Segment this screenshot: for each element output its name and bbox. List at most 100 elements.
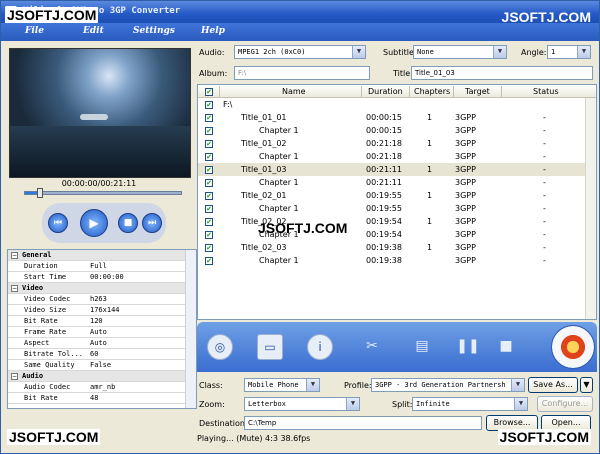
chevron-down-icon: ▼ (514, 398, 527, 410)
checkbox[interactable]: ✔ (205, 114, 213, 122)
cell-name: Title_02_03 (241, 243, 287, 252)
checkbox[interactable]: ✔ (205, 166, 213, 174)
open-folder-icon[interactable]: ▭ (257, 334, 283, 360)
property-group[interactable]: − General (8, 250, 186, 261)
audio-select[interactable]: MPEG1 2ch (0xC0) ▼ (234, 45, 366, 59)
merge-icon[interactable]: ▤ (409, 334, 435, 360)
menu-edit[interactable]: Edit (83, 26, 104, 36)
chevron-down-icon: ▼ (577, 46, 590, 58)
start-conversion-icon[interactable] (551, 325, 595, 369)
property-row[interactable]: Audio Codec amr_nb (8, 382, 186, 393)
property-row[interactable]: Bit Rate 120 (8, 316, 186, 327)
header-chapters[interactable]: Chapters (414, 87, 450, 96)
property-row[interactable]: Start Time 00:00:00 (8, 272, 186, 283)
album-field[interactable]: F:\ (234, 66, 370, 80)
list-item[interactable]: ✔ Chapter 1 00:00:15 3GPP - (198, 124, 588, 137)
menu-settings[interactable]: Settings (133, 26, 175, 36)
checkbox[interactable]: ✔ (205, 179, 213, 187)
cell-chapters: 1 (427, 217, 433, 226)
play-icon[interactable]: ▶ (80, 209, 108, 237)
checkbox[interactable]: ✔ (205, 192, 213, 200)
cell-status: - (543, 126, 546, 135)
info-icon[interactable]: i (307, 334, 333, 360)
cell-target: 3GPP (455, 165, 476, 174)
property-row[interactable]: Video Size 176x144 (8, 305, 186, 316)
header-status[interactable]: Status (533, 87, 559, 96)
menu-help[interactable]: Help (201, 26, 225, 36)
zoom-select[interactable]: Letterbox ▼ (244, 397, 360, 411)
checkbox[interactable]: ✔ (205, 153, 213, 161)
list-item[interactable]: ✔ Title_02_01 00:19:55 1 3GPP - (198, 189, 588, 202)
list-scrollbar[interactable] (585, 98, 596, 319)
cell-name: Chapter 1 (259, 126, 299, 135)
checkbox[interactable]: ✔ (205, 218, 213, 226)
property-row[interactable]: Frame Rate Auto (8, 327, 186, 338)
checkbox[interactable]: ✔ (205, 231, 213, 239)
previous-icon[interactable]: ⏮ (48, 213, 68, 233)
property-row[interactable]: Bitrate Tol... 60 (8, 349, 186, 360)
checkbox[interactable]: ✔ (205, 244, 213, 252)
cell-target: 3GPP (455, 178, 476, 187)
properties-scrollbar[interactable] (185, 250, 196, 408)
property-row[interactable]: Duration Full (8, 261, 186, 272)
title-field[interactable]: Title_01_03 (411, 66, 593, 80)
list-item[interactable]: ✔ Title_01_03 00:21:11 1 3GPP - (198, 163, 588, 176)
collapse-icon[interactable]: − (11, 285, 18, 292)
header-duration[interactable]: Duration (368, 87, 403, 96)
list-item[interactable]: ✔ Chapter 1 00:19:38 3GPP - (198, 254, 588, 267)
cell-status: - (543, 165, 546, 174)
property-value: h263 (90, 295, 107, 303)
list-item[interactable]: ✔ Title_02_03 00:19:38 1 3GPP - (198, 241, 588, 254)
save-as-dropdown[interactable]: ▼ (580, 377, 593, 393)
clip-icon[interactable]: ✂ (359, 334, 385, 360)
cell-duration: 00:19:55 (366, 204, 402, 213)
next-icon[interactable]: ⏭ (142, 213, 162, 233)
list-item[interactable]: ✔ Chapter 1 00:21:11 3GPP - (198, 176, 588, 189)
header-name[interactable]: Name (282, 87, 306, 96)
checkbox[interactable]: ✔ (205, 140, 213, 148)
property-group[interactable]: − Audio (8, 371, 186, 382)
collapse-icon[interactable]: − (11, 252, 18, 259)
list-item[interactable]: ✔ Chapter 1 00:21:18 3GPP - (198, 150, 588, 163)
profile-select[interactable]: 3GPP - 3rd Generation Partnersh ▼ (371, 378, 525, 392)
cell-chapters: 1 (427, 191, 433, 200)
property-row[interactable]: Video Codec h263 (8, 294, 186, 305)
subtitle-select[interactable]: None ▼ (413, 45, 507, 59)
checkbox[interactable]: ✔ (205, 205, 213, 213)
property-key: Duration (24, 262, 58, 270)
cell-duration: 00:21:18 (366, 139, 402, 148)
checkbox[interactable]: ✔ (205, 127, 213, 135)
seek-thumb[interactable] (36, 188, 43, 198)
destination-field[interactable]: C:\Temp (244, 416, 482, 430)
class-select[interactable]: Mobile Phone ▼ (244, 378, 320, 392)
list-root[interactable]: ✔ F:\ (198, 98, 588, 111)
stop-icon[interactable]: ■ (118, 213, 138, 233)
chevron-down-icon: ▼ (306, 379, 319, 391)
angle-select[interactable]: 1 ▼ (547, 45, 591, 59)
stop-conversion-icon[interactable]: ■ (493, 334, 519, 360)
list-item[interactable]: ✔ Title_01_02 00:21:18 1 3GPP - (198, 137, 588, 150)
property-group[interactable]: − Video (8, 283, 186, 294)
property-row[interactable]: Same Quality False (8, 360, 186, 371)
dvd-icon[interactable]: ◎ (207, 334, 233, 360)
seek-bar[interactable] (24, 191, 182, 195)
property-key: Bit Rate (24, 317, 58, 325)
configure-button[interactable]: Configure... (537, 396, 593, 412)
chevron-down-icon: ▼ (493, 46, 506, 58)
property-row[interactable]: Bit Rate 48 (8, 393, 186, 404)
property-key: Start Time (24, 273, 67, 281)
list-item[interactable]: ✔ Title_01_01 00:00:15 1 3GPP - (198, 111, 588, 124)
select-all-checkbox[interactable]: ✔ (205, 88, 213, 96)
save-as-button[interactable]: Save As... (528, 377, 578, 393)
split-select[interactable]: Infinite ▼ (412, 397, 528, 411)
collapse-icon[interactable]: − (11, 373, 18, 380)
menu-file[interactable]: File (25, 26, 44, 36)
checkbox[interactable]: ✔ (205, 257, 213, 265)
watermark: JSOFTJ.COM (5, 7, 99, 23)
pause-icon[interactable]: ❚❚ (455, 334, 481, 360)
cell-name: Title_01_01 (241, 113, 287, 122)
header-target[interactable]: Target (465, 87, 490, 96)
property-row[interactable]: Aspect Auto (8, 338, 186, 349)
list-item[interactable]: ✔ Chapter 1 00:19:55 3GPP - (198, 202, 588, 215)
checkbox[interactable]: ✔ (205, 101, 213, 109)
